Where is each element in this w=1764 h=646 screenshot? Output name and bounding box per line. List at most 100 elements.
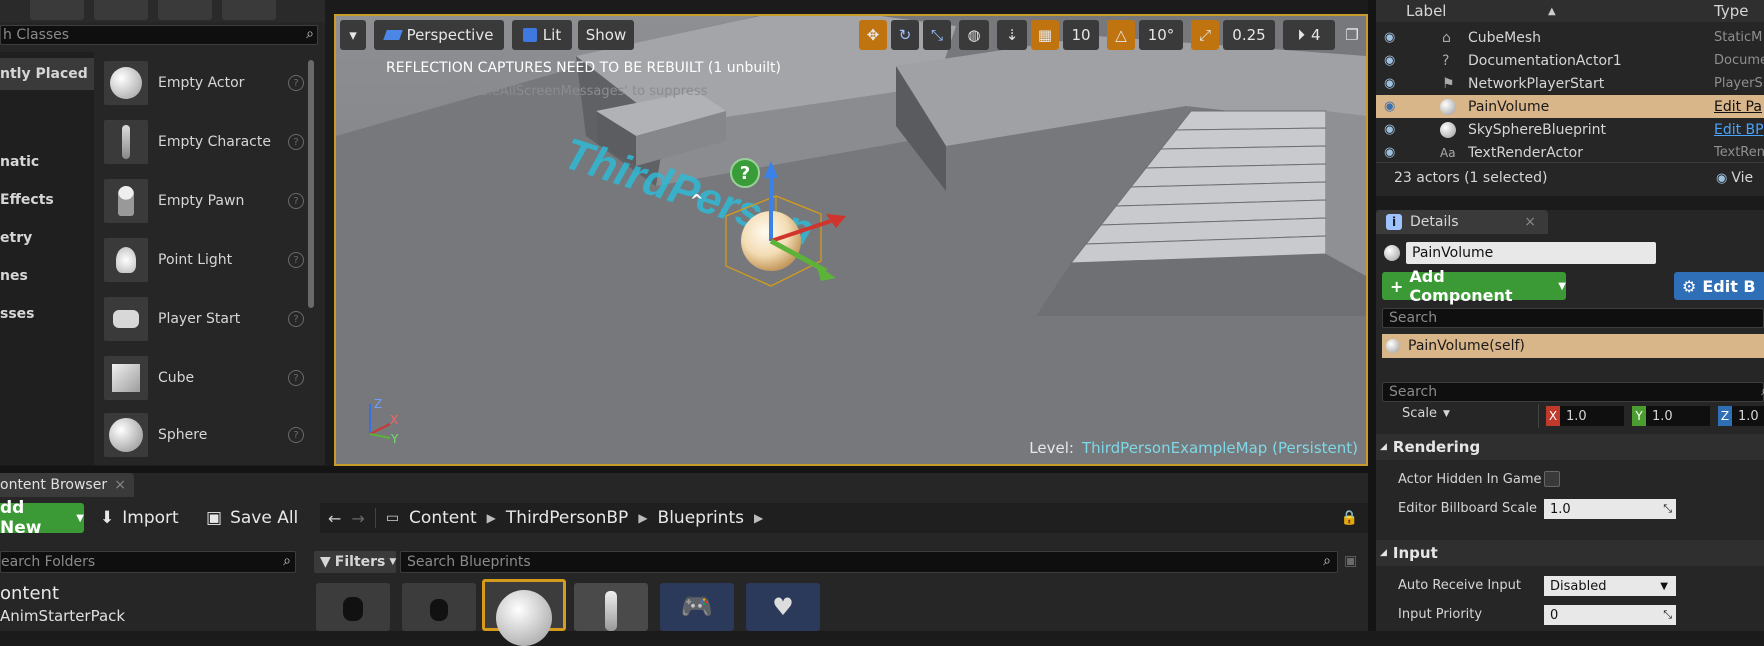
scale-z-field[interactable]: Z 1.0: [1718, 406, 1764, 426]
category-recently-placed[interactable]: ntly Placed: [0, 58, 94, 90]
camera-speed-button[interactable]: ⏵ 4: [1283, 20, 1335, 50]
lit-button[interactable]: Lit: [512, 20, 572, 50]
scale-y-field[interactable]: Y 1.0: [1632, 406, 1710, 426]
place-item-cube[interactable]: Cube ?: [104, 351, 304, 405]
visibility-eye-icon[interactable]: ◉: [1384, 30, 1395, 45]
scale-snap-value[interactable]: 0.25: [1223, 20, 1275, 50]
help-icon[interactable]: ?: [288, 252, 304, 268]
place-item-empty-pawn[interactable]: Empty Pawn ?: [104, 174, 304, 228]
folder-tree-root[interactable]: ontent: [0, 583, 59, 604]
scrollbar[interactable]: [308, 60, 314, 308]
viewport-options-button[interactable]: ▾: [340, 20, 366, 50]
edit-blueprint-button[interactable]: ⚙ Edit B: [1674, 272, 1764, 300]
input-category-header[interactable]: ◢ Input: [1376, 540, 1764, 566]
scale-property-label[interactable]: Scale ▼: [1402, 406, 1450, 421]
class-search-input[interactable]: h Classes ⌕: [0, 25, 318, 45]
forward-arrow-icon[interactable]: →: [351, 509, 364, 528]
input-priority-field[interactable]: 0 ⤡: [1544, 605, 1676, 625]
surface-snap-icon[interactable]: ⇣: [997, 20, 1027, 50]
maximize-viewport-icon[interactable]: ❐: [1339, 20, 1365, 50]
help-icon[interactable]: ?: [288, 311, 304, 327]
component-search-input[interactable]: Search: [1382, 308, 1764, 328]
place-item-empty-character[interactable]: Empty Characte ?: [104, 115, 304, 169]
category-item[interactable]: etry: [0, 224, 32, 252]
transform-gizmo[interactable]: [696, 156, 886, 306]
help-icon[interactable]: ?: [288, 75, 304, 91]
level-viewport[interactable]: ThirdPerson ? ^ ▾ Perspective Lit Show ✥…: [334, 14, 1368, 466]
rotate-icon[interactable]: ↻: [891, 20, 919, 50]
grid-snap-icon[interactable]: ▦: [1031, 20, 1059, 50]
heart-list-icon[interactable]: ♥: [746, 583, 820, 631]
lock-icon[interactable]: 🔒: [1341, 510, 1358, 526]
filters-button[interactable]: ▼ Filters ▼: [314, 551, 396, 573]
edit-blueprint-link[interactable]: Edit Pa: [1714, 99, 1762, 115]
breadcrumb-blueprints[interactable]: Blueprints: [658, 508, 744, 528]
help-icon[interactable]: ?: [288, 370, 304, 386]
category-item[interactable]: natic: [0, 148, 39, 176]
breadcrumb-thirdpersonbp[interactable]: ThirdPersonBP: [506, 508, 628, 528]
breadcrumb-arrow-icon[interactable]: ▶: [754, 511, 763, 525]
scale-icon[interactable]: ⤡: [923, 20, 951, 50]
asset-thumbnail[interactable]: [316, 583, 390, 631]
property-search-input[interactable]: Search ⌕: [1382, 382, 1764, 402]
visibility-eye-icon[interactable]: ◉: [1384, 122, 1395, 137]
scale-snap-icon[interactable]: ⤢: [1191, 20, 1219, 50]
category-item[interactable]: Effects: [0, 186, 54, 214]
back-arrow-icon[interactable]: ←: [328, 509, 341, 528]
details-tab[interactable]: i Details ×: [1376, 210, 1548, 234]
outliner-row-painvolume[interactable]: ◉ PainVolume Edit Pa: [1376, 95, 1764, 118]
folder-tree-item[interactable]: AnimStarterPack: [0, 607, 125, 625]
asset-thumbnail[interactable]: [574, 583, 648, 631]
toolbar-button[interactable]: [158, 0, 212, 20]
actor-hidden-checkbox[interactable]: [1544, 471, 1560, 487]
visibility-eye-icon[interactable]: ◉: [1384, 145, 1395, 160]
outliner-row-textrender[interactable]: ◉ Aa TextRenderActor TextRen: [1376, 141, 1764, 164]
breadcrumb-arrow-icon[interactable]: ▶: [638, 511, 647, 525]
close-icon[interactable]: ×: [114, 477, 126, 493]
perspective-button[interactable]: Perspective: [374, 20, 504, 50]
world-local-icon[interactable]: ◍: [959, 20, 989, 50]
asset-search-input[interactable]: Search Blueprints ⌕: [400, 551, 1338, 573]
splitter[interactable]: [1368, 0, 1376, 631]
content-browser-tab[interactable]: ontent Browser ×: [0, 473, 134, 497]
splitter[interactable]: [0, 466, 1368, 473]
actor-name-field[interactable]: PainVolume: [1406, 242, 1656, 264]
component-row-self[interactable]: PainVolume(self): [1382, 334, 1764, 358]
outliner-row-documentation[interactable]: ◉ ? DocumentationActor1 Docume: [1376, 49, 1764, 72]
outliner-row-networkplayerstart[interactable]: ◉ ⚑ NetworkPlayerStart PlayerS: [1376, 72, 1764, 95]
scale-x-field[interactable]: X 1.0: [1546, 406, 1624, 426]
gamepad-icon[interactable]: 🎮: [660, 583, 734, 631]
toolbar-button[interactable]: [30, 0, 84, 20]
category-item[interactable]: nes: [0, 262, 28, 290]
add-component-button[interactable]: + Add Component ▼: [1382, 267, 1566, 305]
import-button[interactable]: ⬇ Import: [100, 505, 179, 531]
place-item-sphere[interactable]: Sphere ?: [104, 410, 304, 460]
translate-icon[interactable]: ✥: [859, 20, 887, 50]
visibility-eye-icon[interactable]: ◉: [1384, 76, 1395, 91]
save-all-button[interactable]: ▣ Save All: [206, 505, 298, 531]
column-label[interactable]: Label: [1406, 2, 1446, 20]
place-item-player-start[interactable]: Player Start ?: [104, 292, 304, 346]
toolbar-button[interactable]: [94, 0, 148, 20]
category-item[interactable]: sses: [0, 300, 35, 328]
rotation-snap-value[interactable]: 10°: [1139, 20, 1183, 50]
visibility-eye-icon[interactable]: ◉: [1384, 53, 1395, 68]
documentation-actor-icon[interactable]: ?: [730, 158, 760, 188]
breadcrumb-content[interactable]: Content: [409, 508, 477, 528]
save-icon[interactable]: ▣: [1344, 553, 1357, 569]
place-item-point-light[interactable]: Point Light ?: [104, 233, 304, 287]
folder-search-input[interactable]: earch Folders ⌕: [0, 551, 296, 573]
rotation-snap-icon[interactable]: △: [1107, 20, 1135, 50]
help-icon[interactable]: ?: [288, 427, 304, 443]
visibility-eye-icon[interactable]: ◉: [1384, 99, 1395, 114]
asset-thumbnail[interactable]: [402, 583, 476, 631]
breadcrumb-arrow-icon[interactable]: ▶: [487, 511, 496, 525]
place-item-empty-actor[interactable]: Empty Actor ?: [104, 56, 304, 110]
add-new-button[interactable]: dd New ▼: [0, 498, 84, 538]
outliner-row-cubemesh[interactable]: ◉ ⌂ CubeMesh StaticM: [1376, 26, 1764, 49]
show-button[interactable]: Show: [578, 20, 634, 50]
grid-snap-value[interactable]: 10: [1063, 20, 1099, 50]
rendering-category-header[interactable]: ◢ Rendering: [1376, 434, 1764, 460]
outliner-row-skysphere[interactable]: ◉ SkySphereBlueprint Edit BP: [1376, 118, 1764, 141]
edit-blueprint-link[interactable]: Edit BP: [1714, 122, 1764, 138]
